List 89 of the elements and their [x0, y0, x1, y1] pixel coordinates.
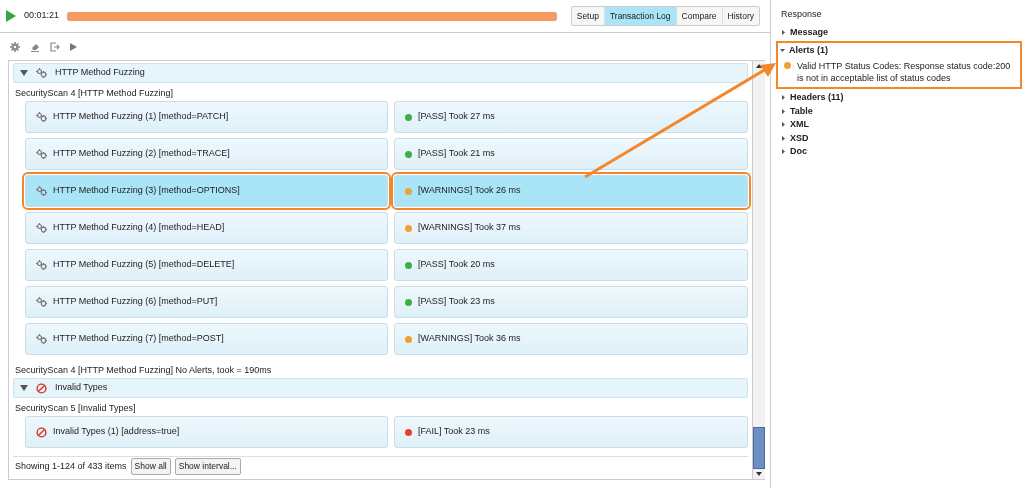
tree-label: Doc: [790, 145, 807, 158]
result-label: [WARNINGS] Took 36 ms: [418, 332, 521, 346]
request-cell[interactable]: HTTP Method Fuzzing (5) [method=DELETE]: [25, 249, 388, 281]
expand-caret-icon[interactable]: [781, 149, 786, 155]
request-label: HTTP Method Fuzzing (4) [method=HEAD]: [53, 221, 225, 235]
tree-item[interactable]: Table: [781, 104, 1022, 118]
result-label: [FAIL] Took 23 ms: [418, 425, 490, 439]
expand-caret-icon[interactable]: [781, 122, 786, 128]
collapse-caret-icon[interactable]: [780, 47, 785, 53]
alert-text: Valid HTTP Status Codes: Response status code:200 is not in acceptable list of status codes: [797, 60, 1012, 84]
tree-item[interactable]: XSD: [781, 131, 1022, 145]
export-icon[interactable]: [50, 41, 60, 52]
scrollbar[interactable]: [752, 61, 765, 479]
result-label: [PASS] Took 27 ms: [418, 110, 495, 124]
result-cell[interactable]: [PASS] Took 21 ms: [394, 138, 748, 170]
section-title: Invalid Types: [55, 381, 108, 395]
scan-label: SecurityScan 5 [Invalid Types]: [14, 402, 137, 415]
tree-item[interactable]: Alerts (1): [780, 43, 1016, 57]
result-cell[interactable]: [WARNINGS] Took 26 ms: [394, 175, 748, 207]
request-label: HTTP Method Fuzzing (2) [method=TRACE]: [53, 147, 230, 161]
request-label: HTTP Method Fuzzing (6) [method=PUT]: [53, 295, 218, 309]
result-cell[interactable]: [WARNINGS] Took 37 ms: [394, 212, 748, 244]
tree-label: XSD: [790, 131, 809, 145]
footer-button[interactable]: Show all: [130, 458, 171, 475]
play-icon[interactable]: [70, 42, 77, 51]
request-label: HTTP Method Fuzzing (5) [method=DELETE]: [53, 258, 235, 272]
footer-button[interactable]: Show interval...: [174, 458, 241, 475]
elapsed-time: 00:01:21: [24, 9, 60, 23]
request-cell[interactable]: HTTP Method Fuzzing (1) [method=PATCH]: [25, 101, 388, 133]
prohibited-icon: [36, 426, 47, 438]
result-label: [PASS] Took 23 ms: [418, 295, 495, 309]
tab[interactable]: History: [722, 6, 759, 26]
collapse-caret-icon[interactable]: [20, 384, 28, 392]
tree-label: Headers (11): [790, 91, 844, 104]
request-cell[interactable]: Invalid Types (1) [address=true]: [25, 416, 388, 448]
play-button[interactable]: [6, 10, 16, 22]
result-cell[interactable]: [PASS] Took 20 ms: [394, 249, 748, 281]
expand-caret-icon[interactable]: [781, 30, 786, 36]
tree-item[interactable]: XML: [781, 118, 1022, 132]
gears-icon: [36, 223, 47, 233]
section-header[interactable]: HTTP Method Fuzzing: [13, 63, 748, 83]
tab[interactable]: Setup: [571, 6, 605, 26]
request-cell[interactable]: HTTP Method Fuzzing (7) [method=POST]: [25, 323, 388, 355]
request-cell[interactable]: HTTP Method Fuzzing (3) [method=OPTIONS]: [25, 175, 388, 207]
section-header[interactable]: Invalid Types: [13, 378, 748, 398]
tab[interactable]: Compare: [676, 6, 723, 26]
prohibited-icon: [36, 382, 47, 394]
result-cell[interactable]: [PASS] Took 23 ms: [394, 286, 748, 318]
tree-item[interactable]: Headers (11): [781, 91, 1022, 105]
gears-icon: [36, 149, 47, 159]
collapse-caret-icon[interactable]: [20, 69, 28, 77]
result-label: [WARNINGS] Took 26 ms: [418, 184, 521, 198]
result-label: [PASS] Took 21 ms: [418, 147, 495, 161]
request-label: HTTP Method Fuzzing (1) [method=PATCH]: [53, 110, 229, 124]
result-cell[interactable]: [WARNINGS] Took 36 ms: [394, 323, 748, 355]
eraser-icon[interactable]: [30, 41, 40, 52]
expand-caret-icon[interactable]: [781, 108, 786, 114]
expand-caret-icon[interactable]: [781, 135, 786, 141]
result-label: [WARNINGS] Took 37 ms: [418, 221, 521, 235]
request-label: HTTP Method Fuzzing (3) [method=OPTIONS]: [53, 184, 240, 198]
gears-icon: [36, 334, 47, 344]
item-count: Showing 1-124 of 433 items: [15, 459, 127, 473]
tree-label: XML: [790, 118, 809, 131]
settings-icon[interactable]: [10, 41, 20, 52]
result-cell[interactable]: [FAIL] Took 23 ms: [394, 416, 748, 448]
tree-label: Table: [790, 104, 813, 118]
gears-icon: [36, 68, 47, 78]
request-label: HTTP Method Fuzzing (7) [method=POST]: [53, 332, 224, 346]
result-cell[interactable]: [PASS] Took 27 ms: [394, 101, 748, 133]
scroll-thumb[interactable]: [753, 427, 765, 469]
expand-caret-icon[interactable]: [781, 95, 786, 101]
gears-icon: [36, 260, 47, 270]
gears-icon: [36, 297, 47, 307]
tree-item[interactable]: Message: [781, 26, 1022, 40]
request-cell[interactable]: HTTP Method Fuzzing (4) [method=HEAD]: [25, 212, 388, 244]
result-label: [PASS] Took 20 ms: [418, 258, 495, 272]
tree-label: Alerts (1): [789, 43, 828, 57]
tree-item[interactable]: Doc: [781, 145, 1022, 159]
request-cell[interactable]: HTTP Method Fuzzing (2) [method=TRACE]: [25, 138, 388, 170]
scan-label: SecurityScan 4 [HTTP Method Fuzzing]: [14, 87, 174, 100]
request-cell[interactable]: HTTP Method Fuzzing (6) [method=PUT]: [25, 286, 388, 318]
request-label: Invalid Types (1) [address=true]: [53, 425, 180, 439]
section-title: HTTP Method Fuzzing: [55, 66, 145, 80]
scan-summary: SecurityScan 4 [HTTP Method Fuzzing] No Alerts, took = 190ms: [14, 364, 273, 377]
tab[interactable]: Transaction Log: [604, 6, 677, 26]
gears-icon: [36, 186, 47, 196]
response-title: Response: [781, 8, 823, 21]
gears-icon: [36, 112, 47, 122]
tree-label: Message: [790, 26, 829, 39]
